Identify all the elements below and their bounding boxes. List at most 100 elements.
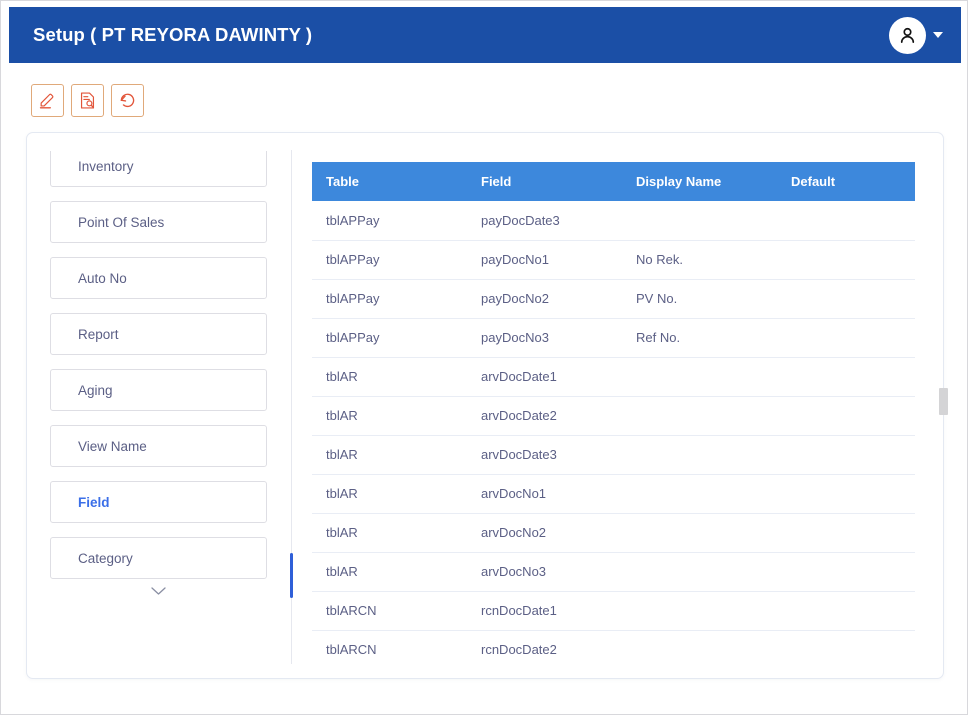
sidebar-item-category[interactable]: Category <box>50 537 267 579</box>
column-header-field[interactable]: Field <box>467 162 622 201</box>
sidebar-item-label: View Name <box>78 438 147 454</box>
sidebar-item-field[interactable]: Field <box>50 481 267 523</box>
app-header: Setup ( PT REYORA DAWINTY ) <box>9 7 961 63</box>
chevron-down-icon[interactable] <box>933 32 943 38</box>
cell-display-name <box>622 396 777 436</box>
setup-sidebar: Inventory Point Of Sales Auto No Report Agin… <box>50 151 267 663</box>
edit-button[interactable] <box>31 84 64 117</box>
cell-field: arvDocNo1 <box>467 474 622 514</box>
cell-default <box>777 240 915 280</box>
cell-table: tblAR <box>312 552 467 592</box>
cell-field: arvDocDate2 <box>467 396 622 436</box>
user-icon <box>900 27 915 43</box>
cell-table: tblAR <box>312 474 467 514</box>
table-row[interactable]: tblAPPay payDocNo2 PV No. <box>312 279 915 319</box>
table-scrollbar[interactable] <box>939 293 948 714</box>
content-card: Inventory Point Of Sales Auto No Report Agin… <box>26 132 948 679</box>
sidebar-scroll-down-button[interactable] <box>50 579 267 603</box>
cell-field: arvDocDate3 <box>467 435 622 475</box>
cell-display-name <box>622 474 777 514</box>
table-header-row: Table Field Display Name Default <box>312 162 915 201</box>
sidebar-item-aging[interactable]: Aging <box>50 369 267 411</box>
sidebar-item-label: Category <box>78 550 133 566</box>
setup-page: Setup ( PT REYORA DAWINTY ) Inventory Po… <box>0 0 968 715</box>
cell-display-name: No Rek. <box>622 240 777 280</box>
sidebar-item-label: Field <box>78 494 110 510</box>
table-row[interactable]: tblAPPay payDocNo1 No Rek. <box>312 240 915 280</box>
cell-field: rcnDocDate2 <box>481 642 557 658</box>
cell-field: rcnDocDate1 <box>467 591 622 631</box>
column-header-display-name[interactable]: Display Name <box>622 162 777 201</box>
cell-display-name: Ref No. <box>622 318 777 358</box>
table-row[interactable]: tblAR arvDocNo1 <box>312 474 915 514</box>
cell-display-name <box>622 591 777 631</box>
cell-display-name <box>622 552 777 592</box>
cell-default <box>777 357 915 397</box>
cell-default <box>777 630 915 663</box>
column-header-table[interactable]: Table <box>312 162 467 201</box>
table-row[interactable]: tblAR arvDocNo2 <box>312 513 915 553</box>
sidebar-item-report[interactable]: Report <box>50 313 267 355</box>
table-row[interactable]: tblAR arvDocDate1 <box>312 357 915 397</box>
cell-table: tblAR <box>312 357 467 397</box>
table-row[interactable]: tblAPPay payDocDate3 <box>312 201 915 241</box>
cell-table: tblAR <box>312 396 467 436</box>
table-scrollbar-thumb[interactable] <box>939 388 948 415</box>
cell-field: payDocNo2 <box>467 279 622 319</box>
table-row[interactable]: tblAR arvDocDate2 <box>312 396 915 436</box>
pencil-edit-icon <box>39 93 54 109</box>
cell-display-name <box>622 630 777 663</box>
action-toolbar <box>31 84 144 117</box>
column-header-default[interactable]: Default <box>777 162 915 201</box>
cell-default <box>777 474 915 514</box>
preview-button[interactable] <box>71 84 104 117</box>
cell-display-name <box>622 357 777 397</box>
cell-table: tblARCN <box>312 591 467 631</box>
cell-default <box>777 591 915 631</box>
cell-field: arvDocDate1 <box>467 357 622 397</box>
cell-default <box>777 201 915 241</box>
cell-table: tblARCN <box>326 642 377 658</box>
cell-field: arvDocNo2 <box>467 513 622 553</box>
cell-field: payDocDate3 <box>467 201 622 241</box>
chevron-down-icon <box>151 587 166 595</box>
sidebar-item-label: Point Of Sales <box>78 214 165 230</box>
cell-default <box>777 552 915 592</box>
table-row[interactable]: tblARCN rcnDocDate1 <box>312 591 915 631</box>
cell-table: tblAPPay <box>312 201 467 241</box>
cell-default <box>777 435 915 475</box>
cell-default <box>777 318 915 358</box>
user-menu[interactable] <box>889 16 943 54</box>
cell-table: tblAPPay <box>312 318 467 358</box>
table-row[interactable]: tblARCN rcnDocDate2 <box>312 630 915 663</box>
cell-table: tblAR <box>312 513 467 553</box>
page-title: Setup ( PT REYORA DAWINTY ) <box>33 24 313 45</box>
sidebar-item-inventory[interactable]: Inventory <box>50 151 267 187</box>
table-row[interactable]: tblAR arvDocNo3 <box>312 552 915 592</box>
cell-field: payDocNo3 <box>467 318 622 358</box>
field-table-container: Table Field Display Name Default tblAPPa… <box>312 162 915 663</box>
cell-table: tblAR <box>312 435 467 475</box>
cell-display-name <box>622 201 777 241</box>
field-table: Table Field Display Name Default tblAPPa… <box>312 162 915 663</box>
sidebar-item-view-name[interactable]: View Name <box>50 425 267 467</box>
cell-table: tblAPPay <box>312 279 467 319</box>
sidebar-active-indicator <box>290 553 293 598</box>
cell-field: arvDocNo3 <box>467 552 622 592</box>
sidebar-item-label: Inventory <box>78 158 134 174</box>
table-row[interactable]: tblAR arvDocDate3 <box>312 435 915 475</box>
cell-field: payDocNo1 <box>467 240 622 280</box>
sidebar-item-point-of-sales[interactable]: Point Of Sales <box>50 201 267 243</box>
sidebar-item-label: Auto No <box>78 270 127 286</box>
refresh-button[interactable] <box>111 84 144 117</box>
cell-default <box>777 513 915 553</box>
sidebar-item-label: Report <box>78 326 119 342</box>
table-row[interactable]: tblAPPay payDocNo3 Ref No. <box>312 318 915 358</box>
sidebar-item-label: Aging <box>78 382 113 398</box>
cell-default <box>777 279 915 319</box>
avatar[interactable] <box>889 16 926 54</box>
sidebar-item-list: Inventory Point Of Sales Auto No Report Agin… <box>50 151 267 579</box>
sidebar-item-auto-no[interactable]: Auto No <box>50 257 267 299</box>
undo-refresh-icon <box>120 93 135 108</box>
document-search-icon <box>80 92 95 109</box>
